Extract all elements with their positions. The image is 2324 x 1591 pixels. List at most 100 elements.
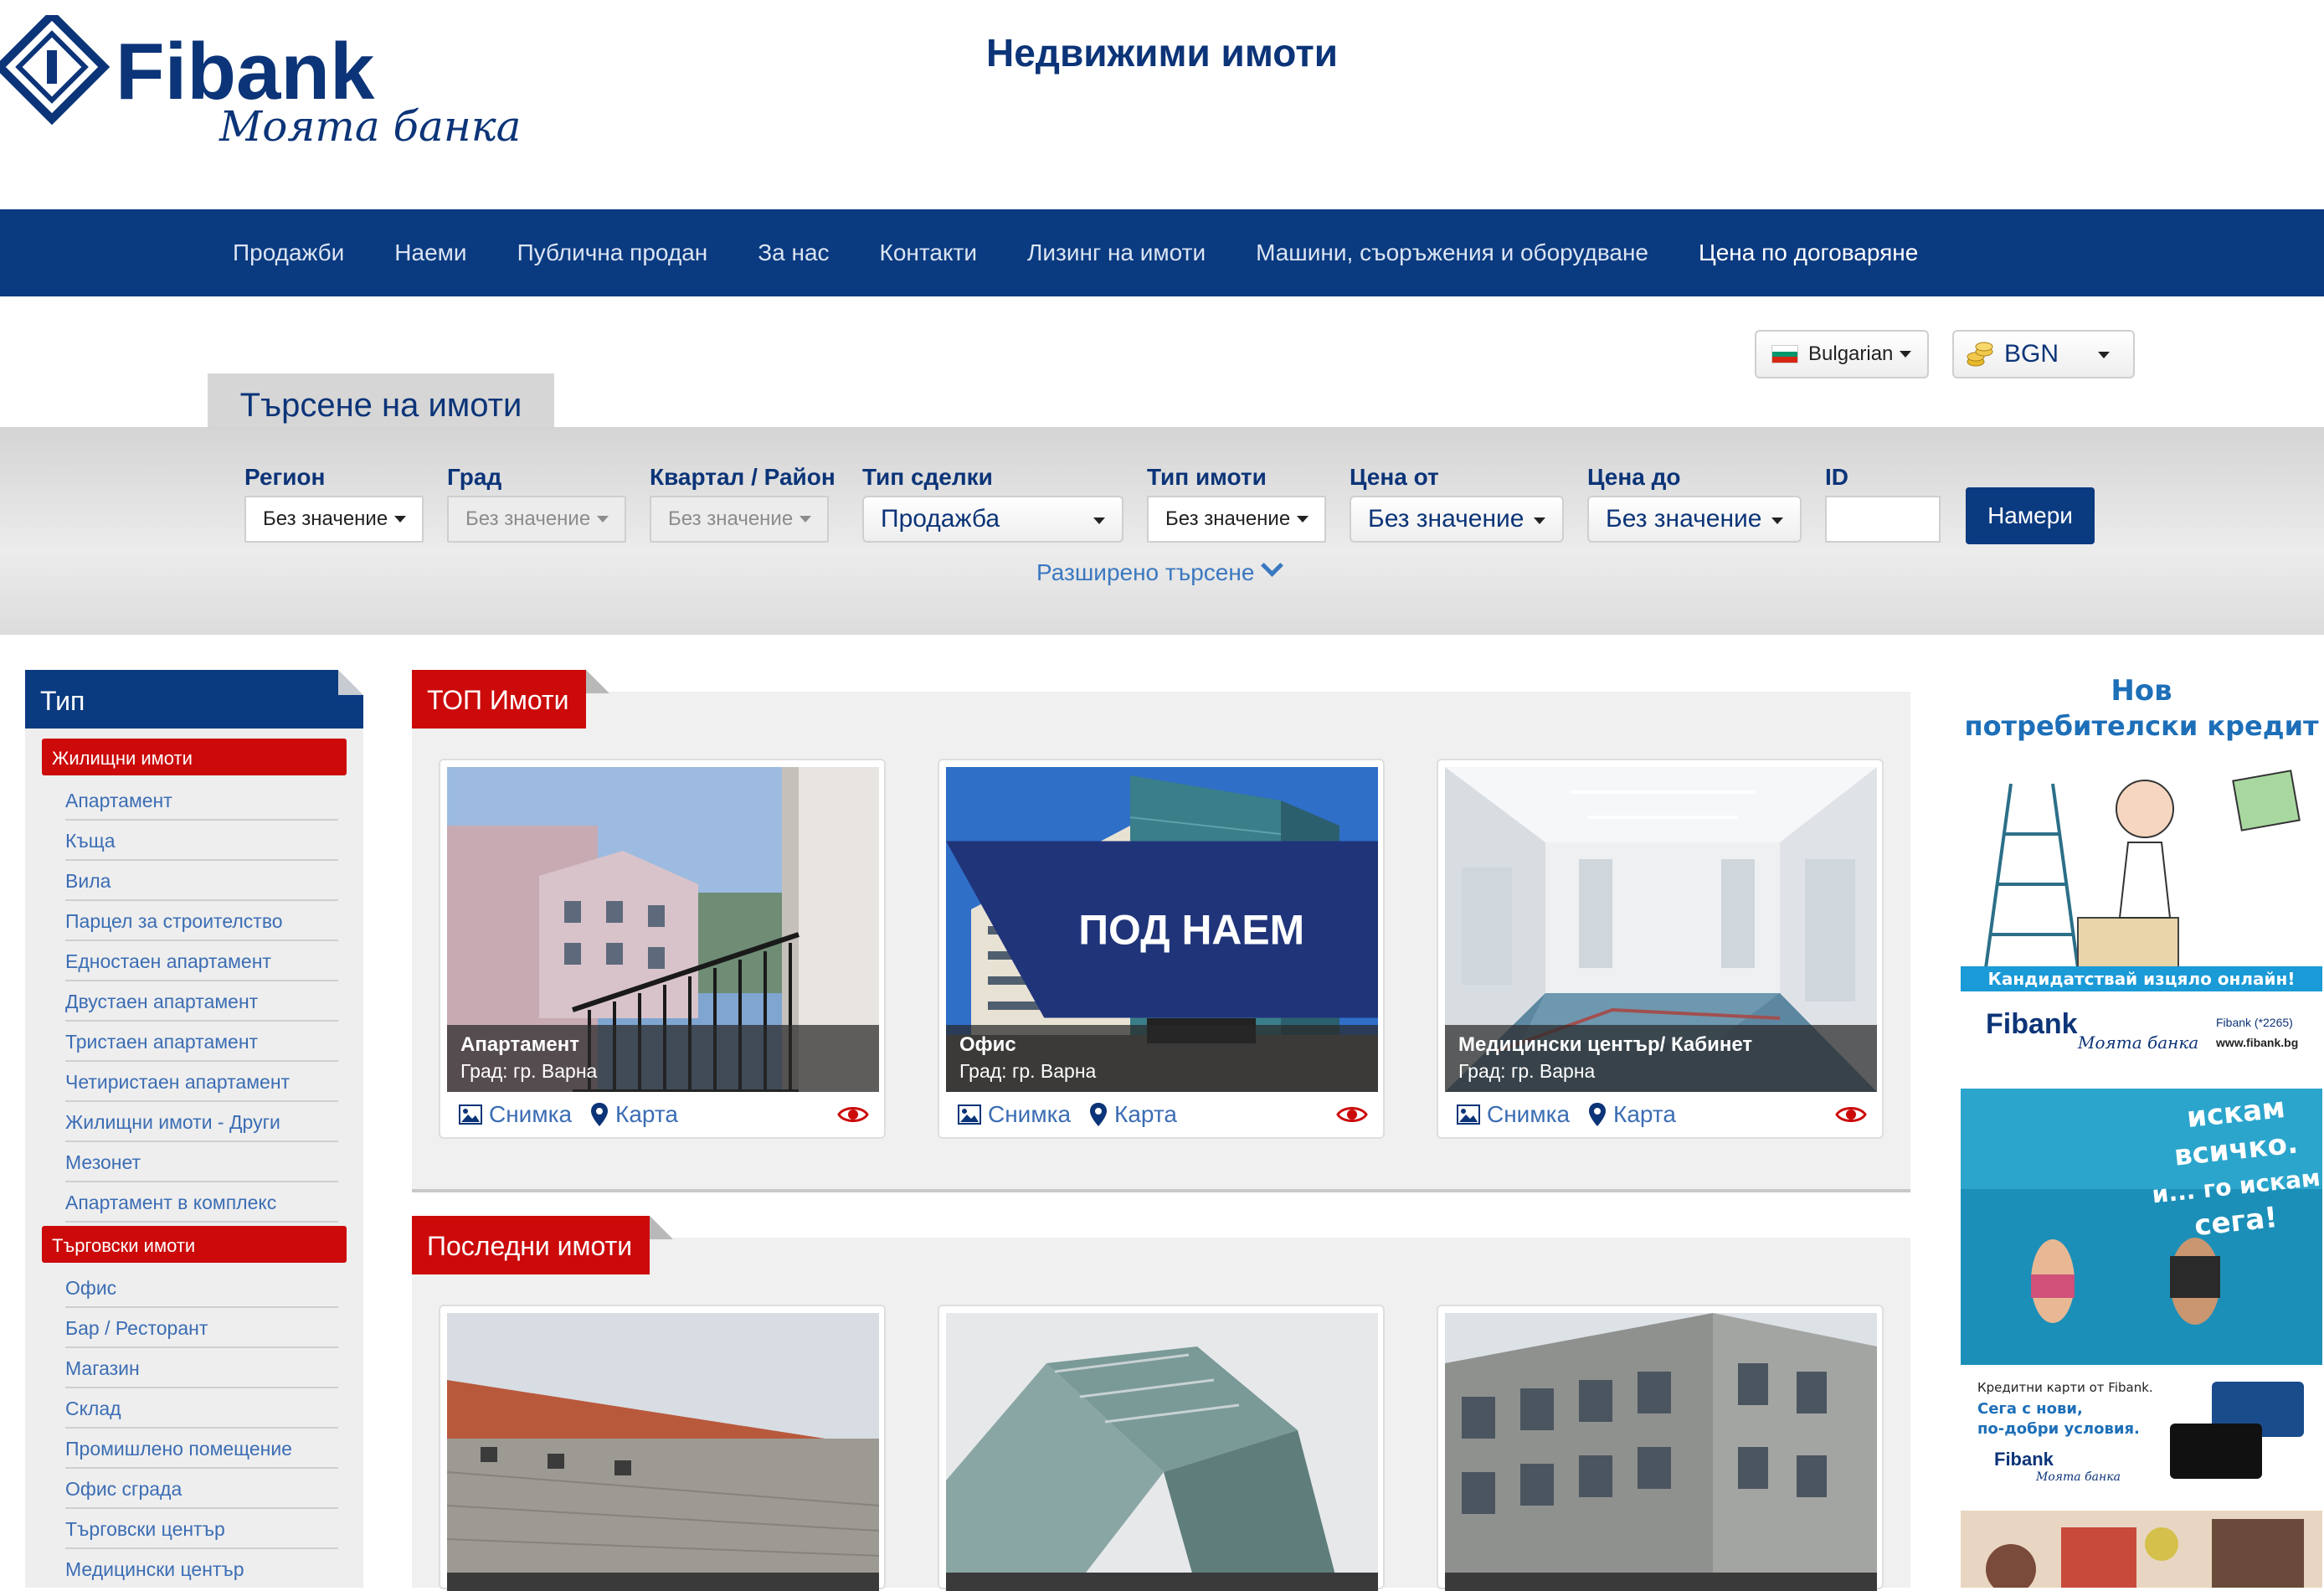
language-value: Bulgarian [1808, 342, 1894, 365]
svg-text:Fibank (*2265): Fibank (*2265) [2216, 1016, 2293, 1029]
photo-link[interactable]: Снимка [459, 1101, 572, 1128]
sidebar-item[interactable]: Апартамент [65, 780, 338, 821]
sidebar-item[interactable]: Вила [65, 861, 338, 901]
sidebar-item[interactable]: Двустаен апартамент [65, 981, 338, 1022]
consumer-loan-ad[interactable]: Нов потребителски кредит Кандидатствай и… [1961, 667, 2322, 1065]
language-select[interactable]: Bulgarian [1755, 330, 1929, 378]
nav-item-public-auction[interactable]: Публична продан [492, 209, 733, 296]
page-corner-decoration [338, 670, 363, 695]
sidebar-item[interactable]: Едностаен апартамент [65, 941, 338, 981]
sidebar-category-residential[interactable]: Жилищни имоти [42, 739, 347, 775]
deal-type-select[interactable]: Продажба [862, 496, 1123, 543]
property-photo[interactable] [1445, 1313, 1877, 1591]
property-type-label: Тип имоти [1147, 464, 1267, 490]
promo-ad-image [1961, 1511, 2322, 1588]
eye-icon[interactable] [1336, 1104, 1368, 1125]
property-card[interactable]: ПОД НАЕМ Офис Град: гр. Варна Снимка Кар… [938, 759, 1385, 1139]
nav-item-contacts[interactable]: Контакти [855, 209, 1002, 296]
property-card[interactable] [1437, 1305, 1884, 1591]
sidebar-item[interactable]: Бар / Ресторант [65, 1308, 338, 1348]
sidebar-item[interactable]: Жилищни имоти - Други [65, 1102, 338, 1142]
caret-down-icon [1900, 351, 1912, 358]
photo-label: Снимка [1487, 1101, 1571, 1127]
eye-icon[interactable] [837, 1104, 869, 1125]
price-to-select[interactable]: Без значение [1587, 496, 1802, 543]
credit-card-ad[interactable]: искам всичко. и... го искам сега! Кредит… [1961, 1089, 2322, 1487]
promo-ad[interactable] [1961, 1511, 2322, 1588]
property-caption: Медицински център/ Кабинет Град: гр. Вар… [1445, 1025, 1877, 1092]
svg-text:Моята банка: Моята банка [2077, 1032, 2198, 1053]
sidebar-item[interactable]: Офис сграда [65, 1469, 338, 1509]
picture-icon [958, 1104, 981, 1125]
deal-type-value: Продажба [881, 505, 1000, 533]
property-photo[interactable]: ПОД НАЕМ Офис Град: гр. Варна [946, 767, 1378, 1092]
map-link[interactable]: Карта [590, 1101, 678, 1128]
property-photo[interactable]: Медицински център/ Кабинет Град: гр. Вар… [1445, 767, 1877, 1092]
caret-down-icon [597, 516, 609, 523]
main-nav: Продажби Наеми Публична продан За нас Ко… [0, 209, 2324, 296]
top-properties-section: ТОП Имоти Апартамент Град: гр. Варна Сни… [412, 670, 1910, 1192]
svg-text:Нов: Нов [2111, 674, 2172, 708]
district-select[interactable]: Без значение [650, 496, 829, 543]
map-marker-icon [1090, 1103, 1108, 1126]
svg-text:Моята банка: Моята банка [219, 102, 521, 149]
map-link[interactable]: Карта [1588, 1101, 1676, 1128]
price-to-value: Без значение [1606, 505, 1762, 533]
property-photo[interactable] [946, 1313, 1378, 1591]
property-type-select[interactable]: Без значение [1147, 496, 1326, 543]
price-from-value: Без значение [1368, 505, 1524, 533]
price-from-label: Цена от [1350, 464, 1439, 490]
property-card[interactable] [938, 1305, 1385, 1591]
property-card[interactable]: Медицински център/ Кабинет Град: гр. Вар… [1437, 759, 1884, 1139]
sidebar-category-commercial[interactable]: Търговски имоти [42, 1226, 347, 1263]
sidebar-item[interactable]: Промишлено помещение [65, 1429, 338, 1469]
map-link[interactable]: Карта [1089, 1101, 1177, 1128]
photo-label: Снимка [489, 1101, 573, 1127]
photo-link[interactable]: Снимка [1457, 1101, 1570, 1128]
sidebar-item[interactable]: Къща [65, 821, 338, 861]
section-title: Последни имоти [412, 1216, 650, 1274]
search-tab[interactable]: Търсене на имоти [208, 373, 554, 429]
sidebar-item[interactable]: Магазин [65, 1348, 338, 1388]
photo-link[interactable]: Снимка [958, 1101, 1071, 1128]
nav-item-about[interactable]: За нас [733, 209, 854, 296]
tab-corner-decoration [650, 1216, 673, 1239]
nav-item-negotiable-price[interactable]: Цена по договаряне [1674, 209, 1943, 296]
sidebar-item[interactable]: Склад [65, 1388, 338, 1429]
property-card[interactable]: Апартамент Град: гр. Варна Снимка Карта [439, 759, 886, 1139]
sidebar-item[interactable]: Апартамент в комплекс [65, 1182, 338, 1223]
sidebar-title: Тип [25, 670, 363, 729]
property-photo[interactable] [447, 1313, 879, 1591]
region-value: Без значение [263, 507, 388, 530]
property-city: Град: гр. Варна [959, 1060, 1097, 1082]
sidebar-item[interactable]: Тристаен апартамент [65, 1022, 338, 1062]
city-select[interactable]: Без значение [447, 496, 626, 543]
caret-down-icon [394, 516, 407, 523]
currency-select[interactable]: BGN [1952, 330, 2135, 378]
id-input[interactable] [1825, 496, 1941, 543]
svg-text:Моята банка: Моята банка [2035, 1470, 2121, 1484]
property-photo[interactable]: Апартамент Град: гр. Варна [447, 767, 879, 1092]
price-to-label: Цена до [1587, 464, 1681, 490]
advanced-search-label: Разширено търсене [1036, 559, 1255, 585]
sidebar-item[interactable]: Медицински център [65, 1549, 338, 1588]
advanced-search-link[interactable]: Разширено търсене [1036, 554, 1284, 586]
sidebar-item[interactable]: Търговски център [65, 1509, 338, 1549]
eye-icon[interactable] [1835, 1104, 1867, 1125]
sidebar-item[interactable]: Четиристаен апартамент [65, 1062, 338, 1102]
sidebar-item[interactable]: Мезонет [65, 1142, 338, 1182]
find-button[interactable]: Намери [1966, 487, 2095, 544]
sidebar-item[interactable]: Офис [65, 1268, 338, 1308]
region-select[interactable]: Без значение [244, 496, 424, 543]
property-card[interactable] [439, 1305, 886, 1591]
nav-item-sales[interactable]: Продажби [208, 209, 369, 296]
svg-text:www.fibank.bg: www.fibank.bg [2215, 1036, 2298, 1049]
nav-item-machinery[interactable]: Машини, съоръжения и оборудване [1231, 209, 1674, 296]
price-from-select[interactable]: Без значение [1350, 496, 1564, 543]
property-city: Град: гр. Варна [1458, 1060, 1596, 1082]
nav-item-rentals[interactable]: Наеми [369, 209, 491, 296]
svg-text:Кандидатствай изцяло онлайн!: Кандидатствай изцяло онлайн! [1988, 969, 2296, 989]
sidebar-item[interactable]: Парцел за строителство [65, 901, 338, 941]
nav-item-leasing[interactable]: Лизинг на имоти [1002, 209, 1231, 296]
map-marker-icon [591, 1103, 609, 1126]
